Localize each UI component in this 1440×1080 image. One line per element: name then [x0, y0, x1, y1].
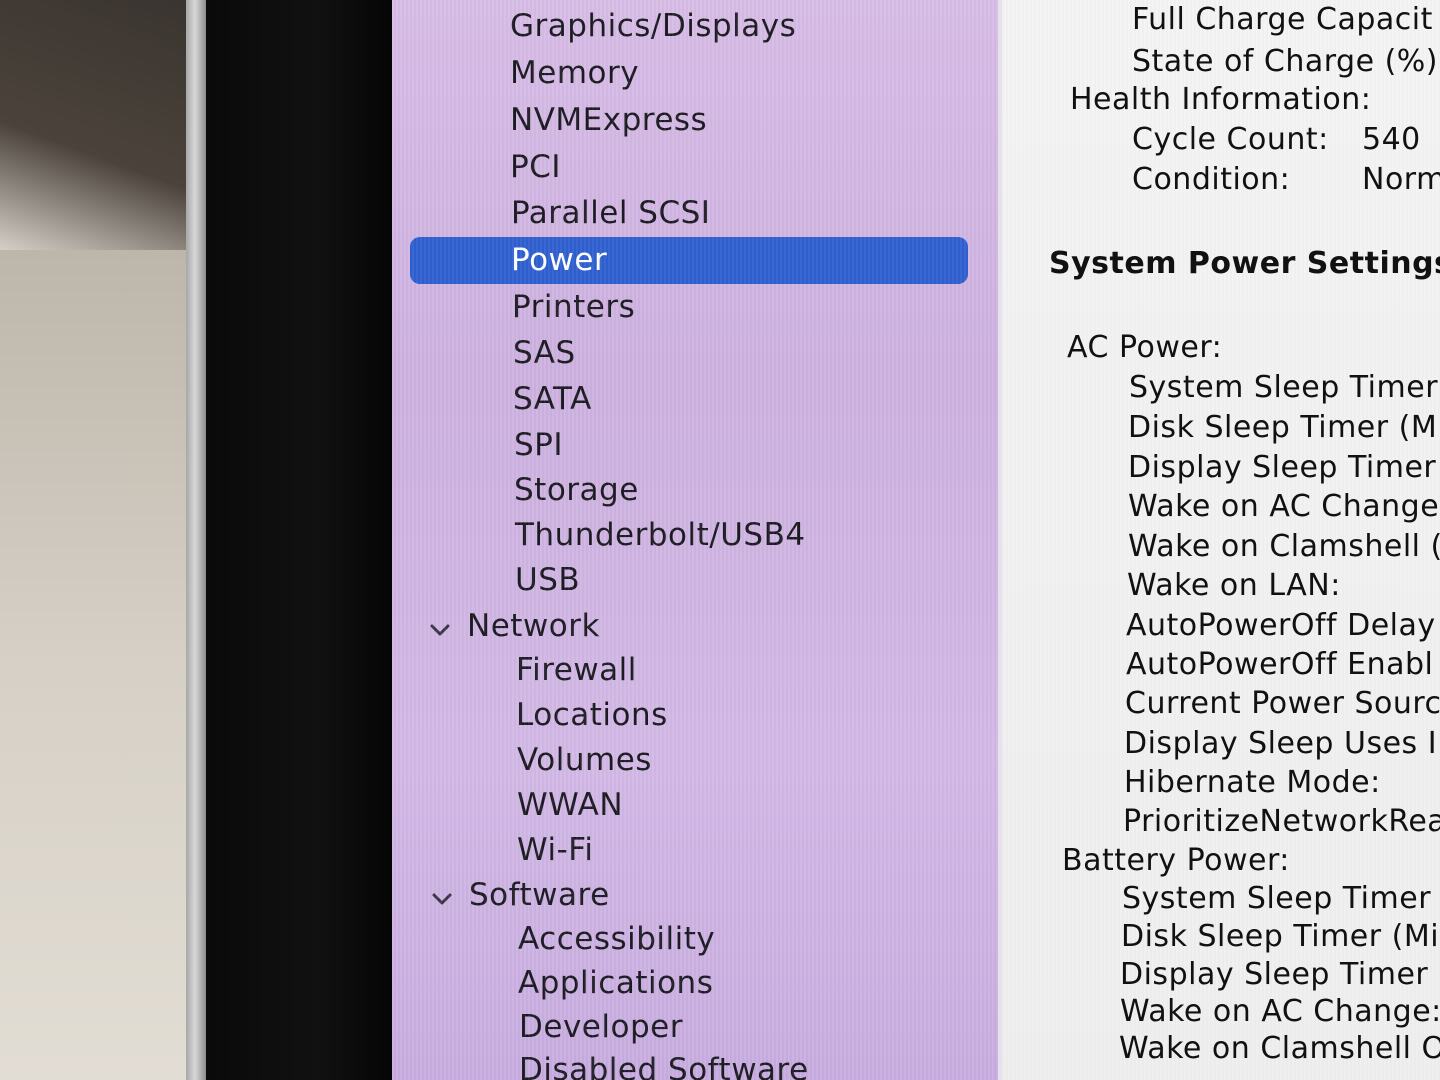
battery-power-header: Battery Power:	[1062, 843, 1290, 878]
ac-power-header: AC Power:	[1067, 330, 1223, 365]
sidebar-item-firewall[interactable]: Firewall	[516, 650, 637, 690]
sidebar-item-disabled-software[interactable]: Disabled Software	[519, 1050, 809, 1080]
background-wall	[0, 250, 200, 1080]
photo-scene: Graphics/Displays Memory NVMExpress PCI …	[0, 0, 1440, 1080]
sidebar-item-wwan[interactable]: WWAN	[517, 785, 623, 825]
sidebar: Graphics/Displays Memory NVMExpress PCI …	[392, 0, 1002, 1080]
sidebar-item-memory[interactable]: Memory	[510, 53, 639, 93]
sidebar-item-storage[interactable]: Storage	[514, 470, 639, 510]
ac-autopoweroff-delay: AutoPowerOff Delay	[1126, 608, 1436, 643]
cycle-count-value: 540	[1362, 122, 1421, 157]
detail-pane: Full Charge Capacit State of Charge (%) …	[1002, 0, 1440, 1080]
ac-wake-on-ac-change: Wake on AC Change	[1128, 489, 1440, 524]
battery-display-sleep-timer: Display Sleep Timer (	[1120, 957, 1440, 992]
ac-autopoweroff-enabled: AutoPowerOff Enabl	[1126, 647, 1434, 682]
screen-bezel	[206, 0, 392, 1080]
system-power-settings-title: System Power Settings	[1049, 246, 1440, 281]
battery-wake-on-ac-change: Wake on AC Change:	[1120, 994, 1440, 1029]
system-information-window: Graphics/Displays Memory NVMExpress PCI …	[392, 0, 1440, 1080]
battery-disk-sleep-timer: Disk Sleep Timer (Mi	[1121, 919, 1440, 954]
ac-display-sleep-timer: Display Sleep Timer	[1128, 450, 1437, 485]
condition-label: Condition:	[1132, 162, 1291, 197]
sidebar-item-graphics-displays[interactable]: Graphics/Displays	[510, 6, 796, 46]
sidebar-item-locations[interactable]: Locations	[516, 695, 668, 735]
ac-wake-on-lan: Wake on LAN:	[1127, 568, 1341, 603]
cycle-count-label: Cycle Count:	[1132, 122, 1329, 157]
ac-wake-on-clamshell: Wake on Clamshell (	[1128, 529, 1440, 564]
sidebar-item-nvmexpress[interactable]: NVMExpress	[510, 100, 707, 140]
sidebar-item-parallel-scsi[interactable]: Parallel SCSI	[511, 193, 710, 233]
sidebar-item-power[interactable]: Power	[511, 240, 607, 280]
laptop-frame-edge	[186, 0, 206, 1080]
chevron-down-icon[interactable]	[429, 886, 455, 912]
sidebar-group-network[interactable]: Network	[467, 606, 600, 646]
condition-value: Norm	[1362, 162, 1440, 197]
sidebar-item-wi-fi[interactable]: Wi-Fi	[517, 830, 593, 870]
sidebar-item-accessibility[interactable]: Accessibility	[518, 919, 715, 959]
sidebar-item-thunderbolt-usb4[interactable]: Thunderbolt/USB4	[515, 515, 806, 555]
full-charge-capacity-label: Full Charge Capacit	[1132, 2, 1433, 37]
sidebar-item-spi[interactable]: SPI	[514, 425, 563, 465]
chevron-down-icon[interactable]	[427, 617, 453, 643]
sidebar-item-sata[interactable]: SATA	[513, 379, 592, 419]
ac-disk-sleep-timer: Disk Sleep Timer (M	[1128, 410, 1438, 445]
sidebar-item-printers[interactable]: Printers	[512, 287, 635, 327]
ac-system-sleep-timer: System Sleep Timer	[1129, 370, 1439, 405]
sidebar-item-usb[interactable]: USB	[515, 560, 580, 600]
sidebar-item-developer[interactable]: Developer	[519, 1007, 683, 1047]
sidebar-item-sas[interactable]: SAS	[513, 333, 576, 373]
battery-wake-on-clamshell: Wake on Clamshell O	[1119, 1031, 1440, 1066]
ac-current-power-source: Current Power Sourc	[1125, 686, 1440, 721]
sidebar-item-pci[interactable]: PCI	[510, 147, 561, 187]
ac-prioritize-network-reachability: PrioritizeNetworkRea	[1123, 804, 1440, 839]
health-information-header: Health Information:	[1070, 82, 1372, 117]
sidebar-item-applications[interactable]: Applications	[518, 963, 713, 1003]
state-of-charge-label: State of Charge (%)	[1132, 44, 1438, 79]
sidebar-selection-highlight	[410, 237, 968, 284]
background-shadow	[0, 0, 200, 250]
sidebar-group-software[interactable]: Software	[469, 875, 610, 915]
battery-system-sleep-timer: System Sleep Timer	[1122, 881, 1432, 916]
ac-display-sleep-uses-dim: Display Sleep Uses I	[1124, 726, 1438, 761]
sidebar-item-volumes[interactable]: Volumes	[517, 740, 652, 780]
ac-hibernate-mode: Hibernate Mode:	[1124, 765, 1381, 800]
